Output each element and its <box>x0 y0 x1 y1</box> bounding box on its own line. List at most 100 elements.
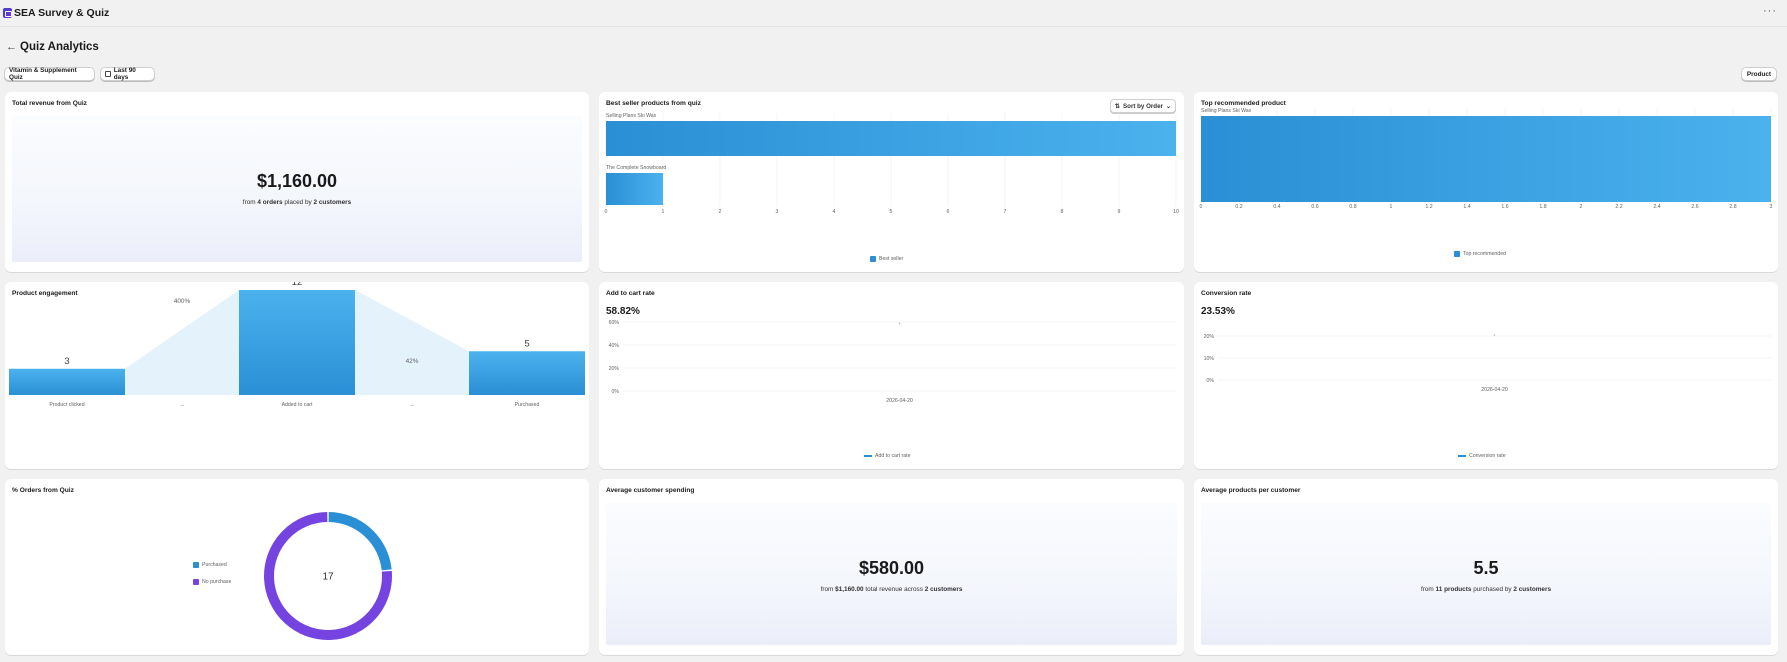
funnel-connector <box>355 290 469 395</box>
card-title: Average products per customer <box>1201 487 1301 494</box>
quiz-selector[interactable]: Vitamin & Supplement Quiz <box>4 67 95 81</box>
x-tick-label: 1 <box>1390 204 1393 210</box>
x-tick-label: 2 <box>1580 204 1583 210</box>
legend-label: Add to cart rate <box>875 453 911 459</box>
y-tick-label: 60% <box>609 320 620 326</box>
arrow-icon: → <box>179 402 184 408</box>
funnel-bar <box>239 290 355 395</box>
total-revenue-card: Total revenue from Quiz $1,160.00 from 4… <box>5 92 589 272</box>
more-actions-icon[interactable]: ··· <box>1763 5 1777 17</box>
x-tick-label: 0 <box>1200 204 1203 210</box>
legend-label: Best seller <box>879 256 904 262</box>
x-tick-label: 10 <box>1173 209 1179 215</box>
card-title: Average customer spending <box>606 487 695 494</box>
x-tick-label: 1.2 <box>1425 204 1432 210</box>
x-tick-label: 3 <box>776 209 779 215</box>
x-tick-label: 2026-04-20 <box>886 398 913 404</box>
x-tick-label: 2.6 <box>1691 204 1698 210</box>
product-filter-button[interactable]: Product <box>1741 67 1777 81</box>
orders-from-quiz-card: % Orders from Quiz Purchased No purchase… <box>5 479 589 655</box>
subtext-middle: purchased by <box>1473 586 1512 593</box>
funnel-connector <box>125 290 239 395</box>
bar-category-label: Selling Plans Ski Wax <box>606 113 657 119</box>
legend-swatch <box>1454 251 1460 257</box>
bar-category-label: Added to cart <box>282 402 313 408</box>
best-seller-legend: Best seller <box>870 256 903 262</box>
app-title: SEA Survey & Quiz <box>14 7 110 19</box>
avg-spending-subtext: from $1,160.00 total revenue across 2 cu… <box>606 586 1177 593</box>
x-tick-label: 2.2 <box>1615 204 1622 210</box>
add-to-cart-chart: 0% 20% 40% 60% 2026-04-20 <box>609 320 1176 404</box>
x-tick-label: 0.4 <box>1273 204 1280 210</box>
engagement-funnel-chart: 400% → 42% → 3 Product clicked 12 Added to cart… <box>9 282 585 408</box>
legend-swatch <box>870 256 876 262</box>
add-to-cart-legend: Add to cart rate <box>864 453 910 459</box>
y-tick-label: 20% <box>1204 334 1215 340</box>
conversion-rate-card: Conversion rate 23.53% 0% 10% 20% 2026-04-2… <box>1194 282 1778 469</box>
avg-spending-value: $580.00 <box>858 558 925 578</box>
arrow-icon: → <box>409 402 414 408</box>
back-arrow-icon[interactable]: ← <box>6 41 17 53</box>
data-point <box>898 322 901 325</box>
conversion-legend: Conversion rate <box>1458 453 1506 459</box>
legend-line <box>864 455 872 457</box>
avg-products-card: Average products per customer 5.5 from 1… <box>1194 479 1778 655</box>
step-percentage-label: 42% <box>406 358 419 365</box>
y-tick-label: 0% <box>612 389 620 395</box>
app-header: SEA Survey & Quiz ··· <box>0 0 1787 27</box>
subtext-middle: total revenue across <box>865 586 923 593</box>
card-title: Total revenue from Quiz <box>12 100 87 107</box>
total-revenue-subtext: from 4 orders placed by 2 customers <box>12 199 582 206</box>
x-tick-label: 2.8 <box>1729 204 1736 210</box>
top-recommended-card: Top recommended product 0 0.2 0.4 0.6 0.8 1 1.… <box>1194 92 1778 272</box>
bar-value-label: 12 <box>292 282 303 288</box>
metric-panel: 5.5 from 11 products purchased by 2 cust… <box>1201 503 1771 645</box>
x-tick-label: 0.8 <box>1349 204 1356 210</box>
x-tick-label: 8 <box>1061 209 1064 215</box>
subtext-prefix: from <box>242 199 256 206</box>
orders-count: 4 orders <box>257 199 283 206</box>
x-tick-label: 9 <box>1118 209 1121 215</box>
product-engagement-card: Product engagement 400% → 42% → 3 Product cli… <box>5 282 589 469</box>
top-recommended-legend: Top recommended <box>1454 251 1506 257</box>
donut-center-total: 17 <box>322 572 334 583</box>
bar-category-label: Selling Plans Ski Wax <box>1201 108 1252 114</box>
x-tick-label: 0.6 <box>1311 204 1318 210</box>
bar-value-label: 5 <box>524 338 529 349</box>
quiz-selector-label: Vitamin & Supplement Quiz <box>9 67 77 81</box>
y-tick-label: 10% <box>1204 356 1215 362</box>
subtext-prefix: from <box>1420 586 1434 593</box>
bar-value-label: 3 <box>64 356 69 367</box>
x-tick-label: 1 <box>662 209 665 215</box>
bar-category-label: Product clicked <box>49 402 84 408</box>
x-tick-label: 3 <box>1770 204 1773 210</box>
x-tick-label: 5 <box>890 209 893 215</box>
revenue-amount: $1,160.00 <box>835 586 864 593</box>
x-tick-label: 2026-04-20 <box>1481 387 1508 393</box>
donut-slice <box>328 512 392 571</box>
best-seller-chart: 0 1 2 3 4 5 6 7 8 9 10 Selling Plans Ski Wax The Com… <box>605 113 1179 215</box>
bar <box>1201 116 1771 202</box>
date-range-label: Last 90 days <box>113 67 136 81</box>
date-range-picker[interactable]: Last 90 days <box>100 67 155 81</box>
conversion-chart: 0% 10% 20% 2026-04-20 <box>1204 334 1771 393</box>
add-to-cart-card: Add to cart rate 58.82% 0% 20% 40% 60% 2026-… <box>599 282 1184 469</box>
y-tick-label: 20% <box>609 366 620 372</box>
avg-spending-card: Average customer spending $580.00 from $… <box>599 479 1184 655</box>
x-tick-label: 6 <box>947 209 950 215</box>
subtext-middle: placed by <box>284 199 312 206</box>
x-tick-label: 2.4 <box>1653 204 1660 210</box>
metric-panel: $580.00 from $1,160.00 total revenue acr… <box>606 503 1177 645</box>
legend-label: Top recommended <box>1463 251 1506 257</box>
x-tick-label: 7 <box>1004 209 1007 215</box>
subtext-prefix: from <box>820 586 834 593</box>
customers-count: 2 customers <box>313 199 352 206</box>
x-tick-label: 1.8 <box>1539 204 1546 210</box>
x-tick-label: 2 <box>719 209 722 215</box>
x-tick-label: 1.4 <box>1463 204 1470 210</box>
total-revenue-value: $1,160.00 <box>256 171 338 191</box>
product-filter-label: Product <box>1746 70 1772 78</box>
x-tick-label: 0.2 <box>1235 204 1242 210</box>
data-point <box>1493 334 1496 336</box>
legend-line <box>1458 455 1466 457</box>
